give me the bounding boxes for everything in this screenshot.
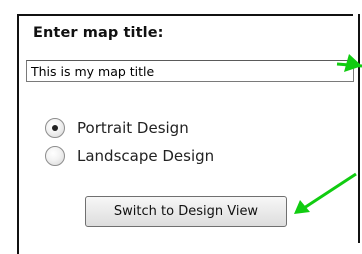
map-title-label: Enter map title: <box>33 25 164 41</box>
portrait-radio-button[interactable] <box>45 118 65 138</box>
landscape-design-label: Landscape Design <box>77 147 215 165</box>
switch-to-design-view-button[interactable]: Switch to Design View <box>85 196 287 227</box>
portrait-design-label: Portrait Design <box>77 119 189 137</box>
landscape-design-option[interactable]: Landscape Design <box>45 144 214 168</box>
panel-divider <box>358 14 360 243</box>
map-title-input[interactable]: This is my map title <box>26 60 354 82</box>
landscape-radio-button[interactable] <box>45 146 65 166</box>
portrait-design-option[interactable]: Portrait Design <box>45 116 189 140</box>
map-settings-frame: Enter map title: This is my map title Po… <box>0 0 362 254</box>
radio-selected-dot <box>52 125 58 131</box>
